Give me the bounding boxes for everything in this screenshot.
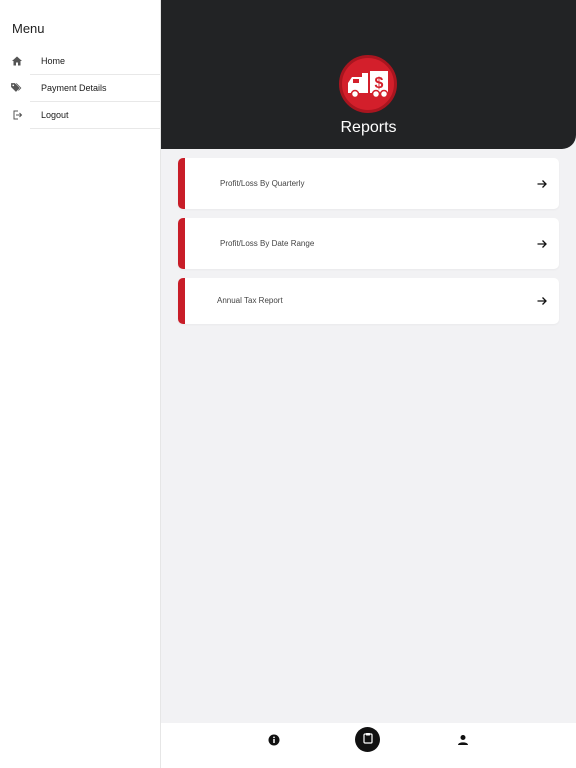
report-label: Profit/Loss By Quarterly xyxy=(220,179,305,188)
menu-title: Menu xyxy=(12,21,45,36)
tags-icon xyxy=(10,81,23,94)
menu-item-home[interactable]: Home xyxy=(0,48,161,75)
card-accent xyxy=(178,218,185,269)
menu-list: Home Payment Details Logout xyxy=(0,48,161,129)
arrow-right-icon xyxy=(536,237,548,249)
menu-item-payment-details[interactable]: Payment Details xyxy=(0,75,161,102)
tab-info[interactable] xyxy=(261,729,287,755)
menu-item-label: Home xyxy=(41,56,66,66)
card-accent xyxy=(178,278,185,324)
reports-header: $ Reports xyxy=(161,0,576,149)
truck-dollar-icon: $ xyxy=(339,55,397,113)
menu-item-label: Payment Details xyxy=(41,83,107,93)
bottom-tab-bar xyxy=(161,723,576,768)
menu-item-label: Logout xyxy=(41,110,69,120)
info-icon xyxy=(268,733,280,751)
logout-icon xyxy=(10,108,23,121)
clipboard-icon xyxy=(362,731,374,749)
report-list: Profit/Loss By Quarterly Profit/Loss By … xyxy=(178,158,559,333)
report-item-profit-loss-quarterly[interactable]: Profit/Loss By Quarterly xyxy=(178,158,559,209)
menu-item-logout[interactable]: Logout xyxy=(0,102,161,129)
card-accent xyxy=(178,158,185,209)
home-icon xyxy=(10,54,23,67)
report-label: Annual Tax Report xyxy=(217,296,283,305)
main-content: $ Reports Profit/Loss By Quarterly Profi… xyxy=(161,0,576,768)
tab-reports[interactable] xyxy=(355,727,380,752)
arrow-right-icon xyxy=(536,177,548,189)
report-item-profit-loss-date-range[interactable]: Profit/Loss By Date Range xyxy=(178,218,559,269)
report-item-annual-tax[interactable]: Annual Tax Report xyxy=(178,278,559,324)
user-icon xyxy=(457,733,469,751)
svg-text:$: $ xyxy=(375,75,384,92)
tab-profile[interactable] xyxy=(450,729,476,755)
page-title: Reports xyxy=(340,119,397,136)
arrow-right-icon xyxy=(536,294,548,306)
side-menu: Menu Home Payment Details Logout xyxy=(0,0,161,768)
report-label: Profit/Loss By Date Range xyxy=(220,239,315,248)
